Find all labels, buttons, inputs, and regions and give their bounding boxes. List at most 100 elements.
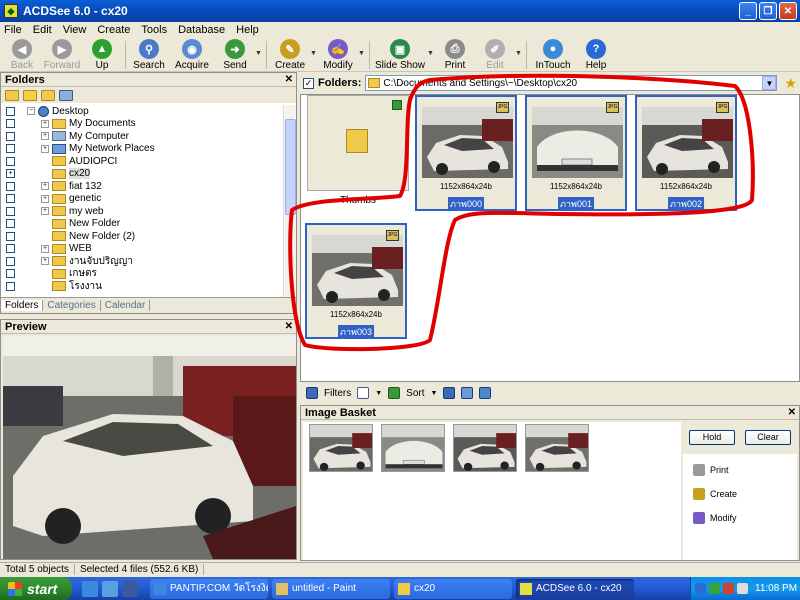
volume-tray-icon[interactable] — [737, 583, 748, 594]
image-thumbnail[interactable]: JPG 1152x864x24b ภาพ001 — [525, 95, 627, 211]
tab-categories[interactable]: Categories — [43, 300, 101, 311]
tree-item-checkbox[interactable] — [6, 194, 15, 204]
expand-toggle-icon[interactable]: + — [41, 257, 49, 266]
acquire-button[interactable]: ◉ Acquire — [169, 38, 215, 72]
scrollbar-thumb[interactable] — [285, 119, 296, 215]
folder-tree-scrollbar[interactable] — [283, 105, 296, 297]
tree-item-checkbox[interactable] — [6, 219, 15, 229]
tree-item-checkbox[interactable] — [6, 206, 15, 216]
tab-folders[interactable]: Folders — [1, 300, 44, 311]
menu-file[interactable]: File — [4, 24, 22, 36]
menu-edit[interactable]: Edit — [33, 24, 52, 36]
edit-dropdown-icon[interactable]: ▼ — [515, 50, 523, 57]
expand-toggle-icon[interactable]: + — [41, 144, 49, 153]
print-button[interactable]: ⎙ Print — [435, 38, 475, 72]
create-button[interactable]: ✎ Create — [270, 38, 310, 72]
tree-item[interactable]: + งานจับปริญญา — [1, 255, 284, 268]
path-dropdown-icon[interactable]: ▼ — [762, 76, 777, 90]
tree-item-checkbox[interactable] — [6, 244, 15, 254]
create-dropdown-icon[interactable]: ▼ — [310, 50, 318, 57]
send-button[interactable]: ➜ Send — [215, 38, 255, 72]
basket-thumbnail[interactable] — [525, 424, 589, 472]
tree-item-checkbox[interactable] — [6, 269, 15, 279]
filters-button[interactable]: Filters — [324, 388, 351, 399]
tree-item[interactable]: + genetic — [1, 193, 284, 206]
tree-item[interactable]: New Folder (2) — [1, 230, 284, 243]
tree-item-checkbox[interactable] — [6, 131, 15, 141]
expand-toggle-icon[interactable]: + — [41, 244, 49, 253]
basket-modify[interactable]: Modify — [693, 512, 737, 524]
tree-item-checkbox[interactable] — [6, 156, 15, 166]
image-thumbnail[interactable]: JPG 1152x864x24b ภาพ003 — [305, 223, 407, 339]
basket-print[interactable]: Print — [693, 464, 729, 476]
network-folder-icon[interactable] — [59, 89, 73, 101]
edit-button[interactable]: ✐ Edit — [475, 38, 515, 72]
image-thumbnail[interactable]: JPG 1152x864x24b ภาพ002 — [635, 95, 737, 211]
up-button[interactable]: ▲ Up — [82, 38, 122, 72]
start-button[interactable]: start — [0, 577, 72, 600]
expand-toggle-icon[interactable]: + — [41, 182, 49, 191]
tree-item[interactable]: + WEB — [1, 243, 284, 256]
tree-item[interactable]: AUDIOPCI — [1, 155, 284, 168]
task-cx20-folder[interactable]: cx20 — [394, 578, 512, 599]
intouch-button[interactable]: ● InTouch — [530, 38, 576, 72]
send-dropdown-icon[interactable]: ▼ — [255, 50, 263, 57]
security-tray-icon[interactable] — [723, 583, 734, 594]
tree-item-checkbox[interactable] — [6, 181, 15, 191]
menu-help[interactable]: Help — [236, 24, 259, 36]
image-basket-close-icon[interactable]: ✕ — [788, 407, 796, 418]
basket-create[interactable]: Create — [693, 488, 737, 500]
expand-toggle-icon[interactable]: + — [41, 207, 49, 216]
outlook-icon[interactable] — [102, 580, 118, 597]
sync-icon[interactable] — [479, 387, 492, 399]
image-thumbnail[interactable]: JPG 1152x864x24b ภาพ000 — [415, 95, 517, 211]
ie-icon[interactable] — [82, 580, 98, 597]
desktop-icon[interactable] — [122, 580, 138, 597]
new-folder-icon[interactable] — [41, 89, 55, 101]
tree-item-checkbox[interactable]: + — [6, 169, 15, 179]
tree-item-checkbox[interactable] — [6, 281, 15, 291]
favorite-folder-icon[interactable] — [23, 89, 37, 101]
modify-dropdown-icon[interactable]: ▼ — [358, 50, 366, 57]
select-all-icon[interactable] — [443, 387, 456, 399]
expand-toggle-icon[interactable]: + — [41, 194, 49, 203]
sort-icon[interactable] — [388, 387, 401, 399]
slide-show-button[interactable]: ▣ Slide Show — [373, 38, 427, 72]
tree-item-checkbox[interactable] — [6, 119, 15, 129]
tree-item[interactable]: − Desktop — [1, 105, 284, 118]
menu-database[interactable]: Database — [178, 24, 225, 36]
tree-item-checkbox[interactable] — [6, 106, 15, 116]
search-button[interactable]: ⚲ Search — [129, 38, 169, 72]
basket-thumbnail[interactable] — [453, 424, 517, 472]
task-pantip[interactable]: PANTIP.COM วัดโรงงิต... — [150, 578, 268, 599]
sort-dropdown-icon[interactable]: ▼ — [431, 390, 438, 397]
view-dropdown-icon[interactable]: ▼ — [375, 390, 382, 397]
minimize-button[interactable]: _ — [739, 2, 757, 20]
hold-button[interactable]: Hold — [689, 430, 735, 445]
task-acdsee[interactable]: ACDSee 6.0 - cx20 — [516, 578, 634, 599]
thumbs-folder-item[interactable] — [307, 95, 409, 191]
slide-show-dropdown-icon[interactable]: ▼ — [427, 50, 435, 57]
tree-item[interactable]: + My Documents — [1, 118, 284, 131]
modify-button[interactable]: ✍ Modify — [318, 38, 358, 72]
forward-button[interactable]: ▶ Forward — [42, 38, 82, 72]
path-input[interactable]: C:\Documents and Settings\~\Desktop\cx20 — [365, 75, 778, 91]
help-button[interactable]: ? Help — [576, 38, 616, 72]
basket-thumbnail[interactable] — [381, 424, 445, 472]
filters-icon[interactable] — [306, 387, 318, 399]
view-mode-icon[interactable] — [357, 387, 370, 399]
open-folder-icon[interactable] — [5, 89, 19, 101]
tree-item[interactable]: + My Computer — [1, 130, 284, 143]
select-none-icon[interactable] — [461, 387, 474, 399]
tree-item-checkbox[interactable] — [6, 256, 15, 266]
tree-item[interactable]: โรงงาน — [1, 280, 284, 293]
tree-item[interactable]: เกษตร — [1, 268, 284, 281]
back-button[interactable]: ◀ Back — [2, 38, 42, 72]
tree-item[interactable]: + my web — [1, 205, 284, 218]
maximize-button[interactable]: ❐ — [759, 2, 777, 20]
clear-button[interactable]: Clear — [745, 430, 791, 445]
menu-view[interactable]: View — [63, 24, 87, 36]
tree-item[interactable]: + fiat 132 — [1, 180, 284, 193]
tree-item[interactable]: + My Network Places — [1, 143, 284, 156]
sort-button[interactable]: Sort — [406, 388, 424, 399]
